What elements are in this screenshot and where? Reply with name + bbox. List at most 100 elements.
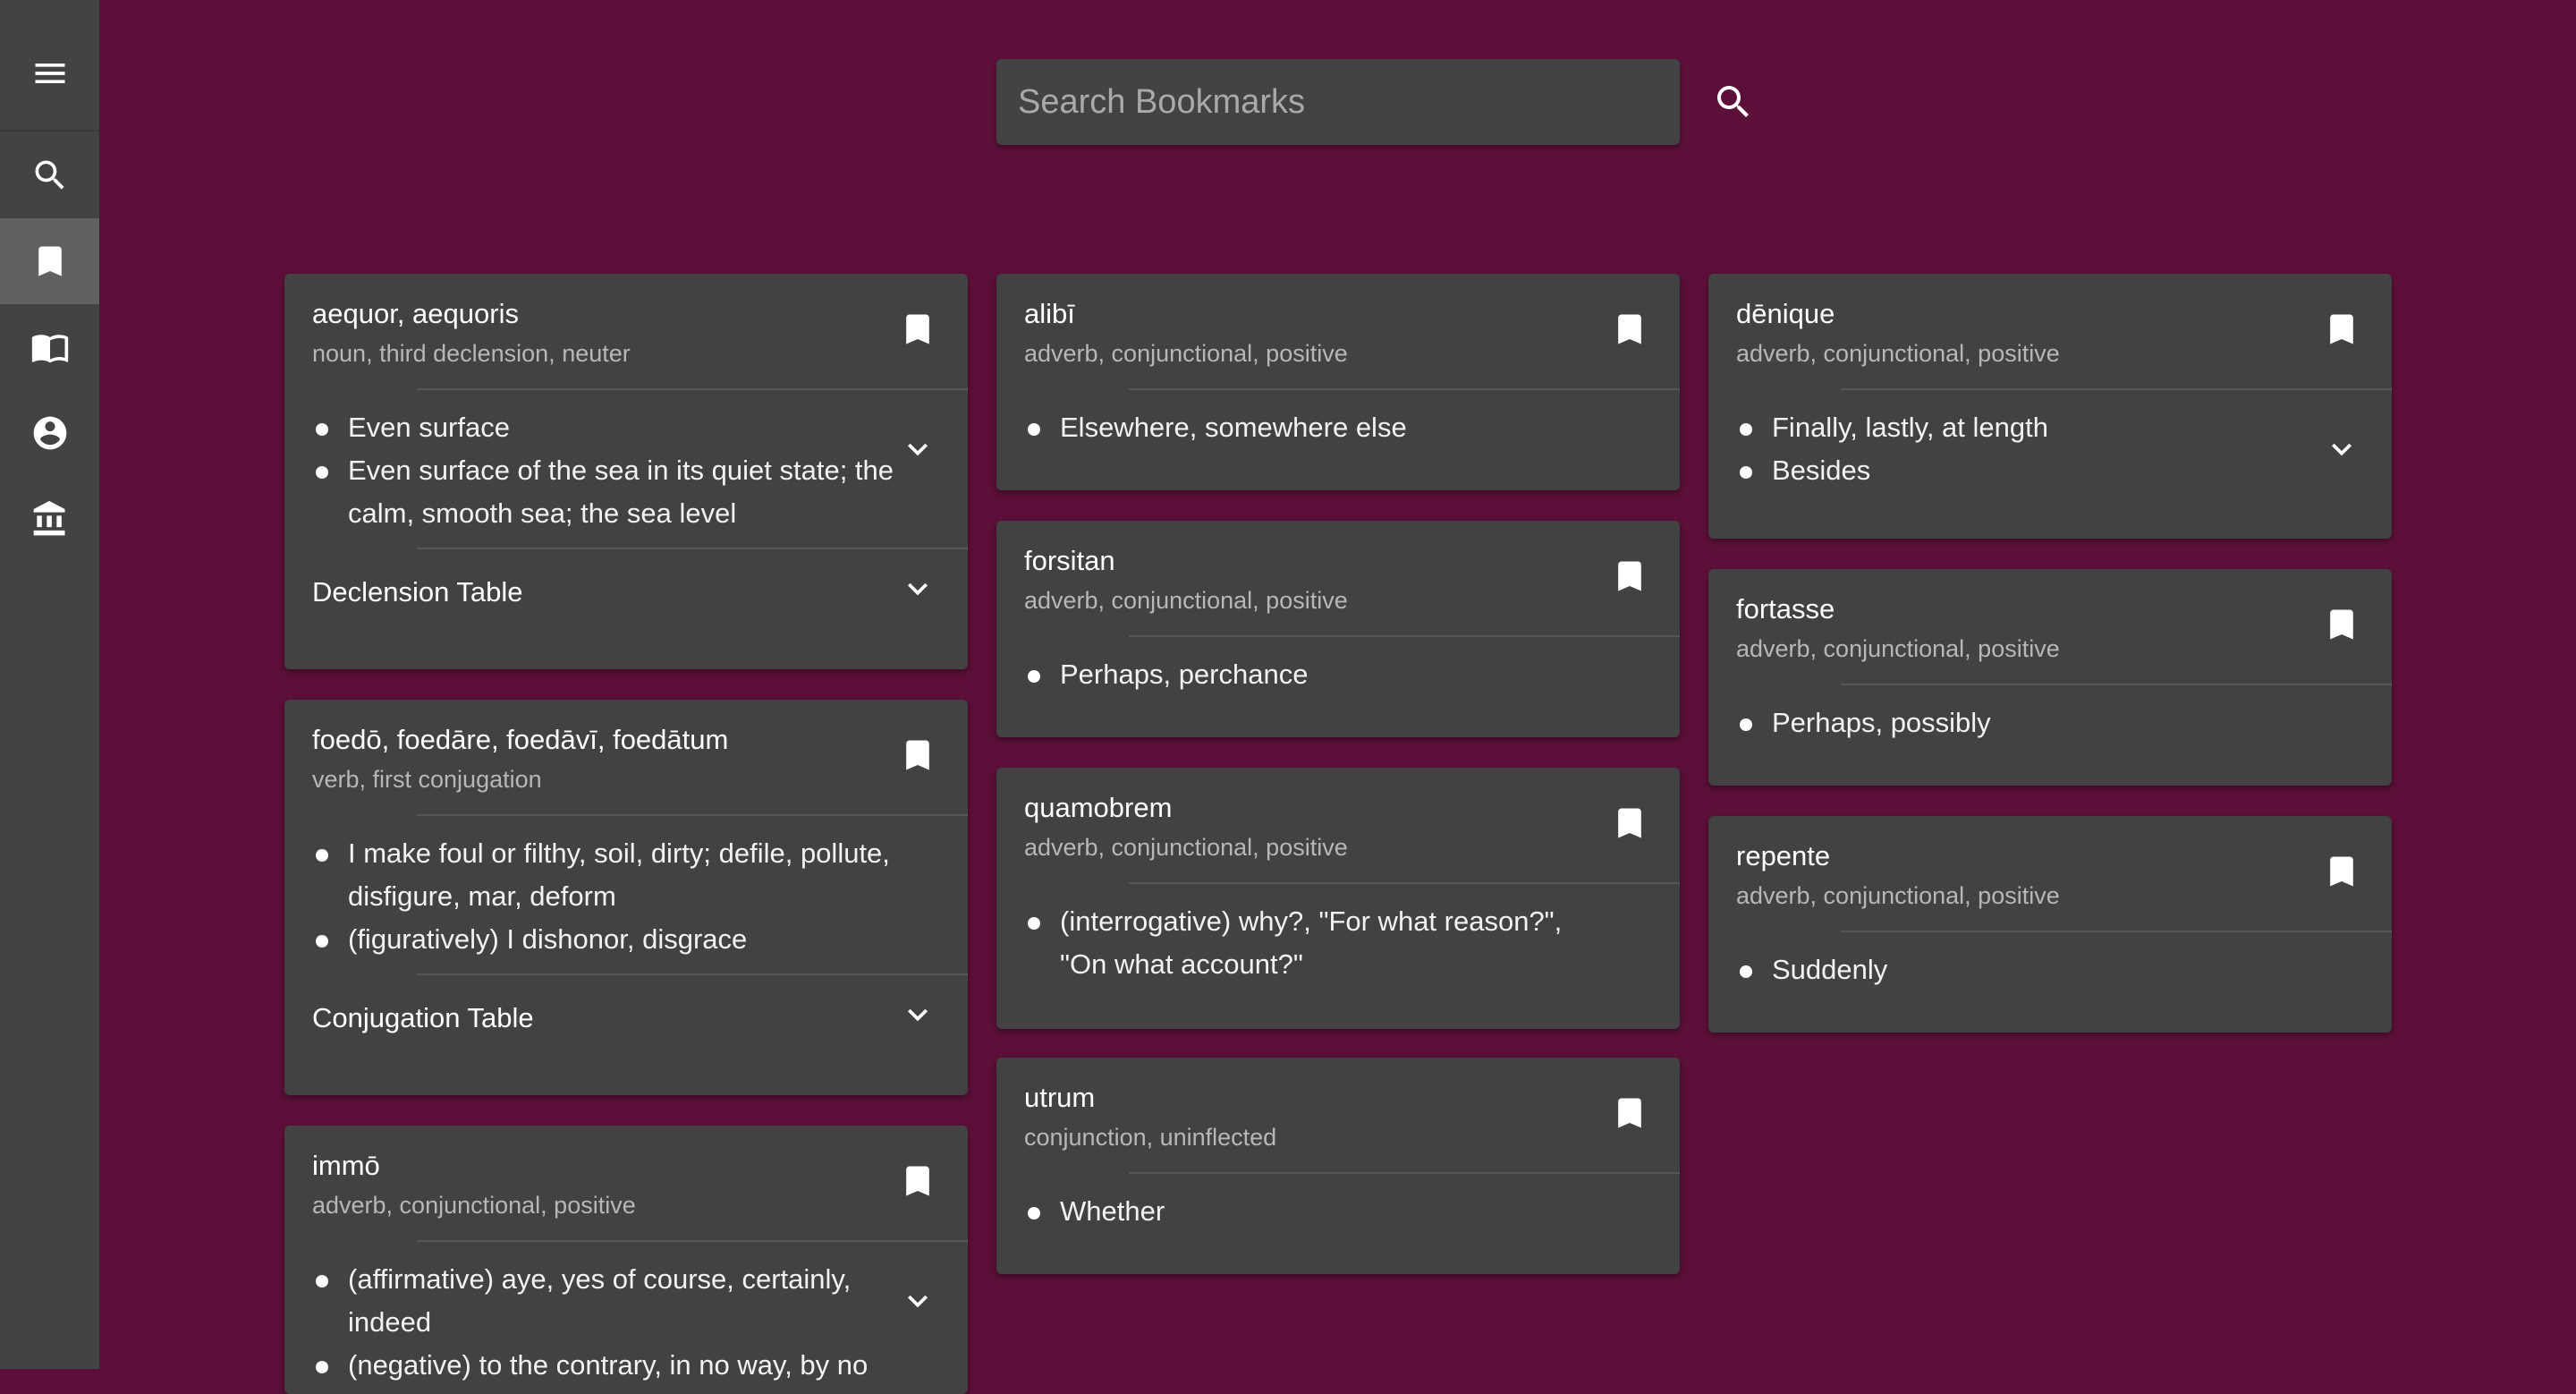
divider: [1129, 1172, 1680, 1174]
definition-item: Elsewhere, somewhere else: [1024, 406, 1614, 449]
entry-subtitle: verb, first conjugation: [312, 766, 542, 793]
chevron-down-icon: [2332, 443, 2351, 456]
bookmark-card-immo: immō adverb, conjunctional, positive (af…: [284, 1126, 968, 1394]
bookmark-button[interactable]: [898, 1161, 937, 1201]
chevron-down-icon: [908, 443, 928, 456]
bookmark-button[interactable]: [898, 735, 937, 775]
expand-definitions-button[interactable]: [898, 1281, 937, 1321]
bookmark-button[interactable]: [1610, 310, 1649, 349]
bookmark-icon: [2330, 314, 2353, 344]
bookmark-card-aequor: aequor, aequoris noun, third declension,…: [284, 274, 968, 669]
bookmark-icon: [906, 314, 929, 344]
divider: [1841, 684, 2392, 685]
divider: [1129, 388, 1680, 390]
definition-item: Even surface of the sea in its quiet sta…: [312, 449, 902, 535]
definition-item: (negative) to the contrary, in no way, b…: [312, 1344, 902, 1394]
bookmark-icon: [2330, 856, 2353, 887]
entry-subtitle: conjunction, uninflected: [1024, 1124, 1277, 1151]
definition-item: Even surface: [312, 406, 902, 449]
entry-title: aequor, aequoris: [312, 298, 519, 329]
entry-title: foedō, foedāre, foedāvī, foedātum: [312, 724, 729, 755]
bookmark-button[interactable]: [2322, 605, 2361, 644]
chevron-down-icon: [898, 569, 937, 608]
definition-list: I make foul or filthy, soil, dirty; defi…: [312, 832, 902, 961]
definition-item: Whether: [1024, 1190, 1614, 1233]
bookmark-card-utrum: utrum conjunction, uninflected Whether: [996, 1058, 1680, 1274]
sidebar-item-library[interactable]: [0, 304, 99, 390]
search-bar: [996, 59, 1749, 145]
sidebar-divider: [0, 130, 99, 132]
account-circle-icon: [33, 416, 66, 450]
menu-button[interactable]: [0, 30, 99, 116]
divider: [1841, 931, 2392, 932]
entry-subtitle: adverb, conjunctional, positive: [1024, 587, 1348, 614]
sidebar-item-bookmarks[interactable]: [0, 218, 99, 304]
institution-icon: [33, 500, 64, 536]
divider: [417, 814, 968, 816]
divider: [1129, 635, 1680, 637]
bookmark-card-alibi: alibī adverb, conjunctional, positive El…: [996, 274, 1680, 490]
expand-definitions-button[interactable]: [2322, 429, 2361, 469]
sidebar-item-search[interactable]: [0, 132, 99, 218]
definition-list: Suddenly: [1736, 948, 2326, 991]
bookmark-icon: [1618, 561, 1641, 591]
bookmark-icon: [2330, 609, 2353, 640]
entry-title: dēnique: [1736, 298, 1835, 329]
entry-title: utrum: [1024, 1082, 1096, 1113]
bookmark-button[interactable]: [2322, 310, 2361, 349]
definition-list: Whether: [1024, 1190, 1614, 1233]
entry-subtitle: adverb, conjunctional, positive: [1736, 340, 2060, 367]
entry-title: immō: [312, 1150, 380, 1181]
bookmark-icon: [1618, 314, 1641, 344]
sidebar: [0, 0, 100, 1369]
entry-subtitle: adverb, conjunctional, positive: [1024, 340, 1348, 367]
bookmark-card-foedo: foedō, foedāre, foedāvī, foedātum verb, …: [284, 700, 968, 1095]
entry-title: quamobrem: [1024, 792, 1173, 823]
entry-title: alibī: [1024, 298, 1075, 329]
bookmark-card-denique: dēnique adverb, conjunctional, positive …: [1708, 274, 2392, 539]
entry-title: repente: [1736, 840, 1831, 871]
bookmark-icon: [906, 1166, 929, 1196]
bookmark-icon: [906, 740, 929, 770]
bookmark-button[interactable]: [898, 310, 937, 349]
bookmark-card-fortasse: fortasse adverb, conjunctional, positive…: [1708, 569, 2392, 786]
definition-item: (affirmative) aye, yes of course, certai…: [312, 1258, 902, 1344]
definition-list: Finally, lastly, at length Besides: [1736, 406, 2326, 492]
entry-subtitle: adverb, conjunctional, positive: [312, 1192, 636, 1219]
definition-item: (figuratively) I dishonor, disgrace: [312, 918, 902, 961]
sidebar-item-account[interactable]: [0, 390, 99, 476]
bookmark-button[interactable]: [1610, 803, 1649, 843]
bookmark-card-repente: repente adverb, conjunctional, positive …: [1708, 816, 2392, 1033]
bookmark-icon: [1618, 1098, 1641, 1128]
bookmark-button[interactable]: [1610, 557, 1649, 596]
definition-list: (affirmative) aye, yes of course, certai…: [312, 1258, 902, 1394]
definition-list: (interrogative) why?, "For what reason?"…: [1024, 900, 1614, 986]
search-icon: [35, 160, 64, 190]
definition-list: Perhaps, perchance: [1024, 653, 1614, 696]
conjugation-table-toggle[interactable]: Conjugation Table: [284, 975, 968, 1061]
entry-subtitle: adverb, conjunctional, positive: [1024, 834, 1348, 861]
menu-icon: [35, 64, 64, 83]
divider: [417, 1240, 968, 1242]
search-button[interactable]: [1712, 81, 1755, 123]
definition-item: (interrogative) why?, "For what reason?"…: [1024, 900, 1614, 986]
definition-item: Perhaps, perchance: [1024, 653, 1614, 696]
search-input[interactable]: [1018, 59, 1590, 145]
expand-definitions-button[interactable]: [898, 429, 937, 469]
definition-item: Besides: [1736, 449, 2326, 492]
conjugation-table-label: Conjugation Table: [312, 1002, 534, 1033]
declension-table-toggle[interactable]: Declension Table: [284, 549, 968, 635]
definition-item: I make foul or filthy, soil, dirty; defi…: [312, 832, 902, 918]
chevron-down-icon: [908, 1295, 928, 1308]
bookmark-button[interactable]: [2322, 852, 2361, 891]
definition-list: Even surface Even surface of the sea in …: [312, 406, 902, 535]
definition-list: Elsewhere, somewhere else: [1024, 406, 1614, 449]
bookmark-icon: [38, 246, 62, 276]
book-open-icon: [31, 335, 68, 363]
definition-list: Perhaps, possibly: [1736, 701, 2326, 744]
sidebar-item-institution[interactable]: [0, 476, 99, 562]
entry-subtitle: adverb, conjunctional, positive: [1736, 882, 2060, 909]
chevron-down-icon: [898, 995, 937, 1034]
entry-title: fortasse: [1736, 593, 1835, 625]
bookmark-button[interactable]: [1610, 1093, 1649, 1133]
